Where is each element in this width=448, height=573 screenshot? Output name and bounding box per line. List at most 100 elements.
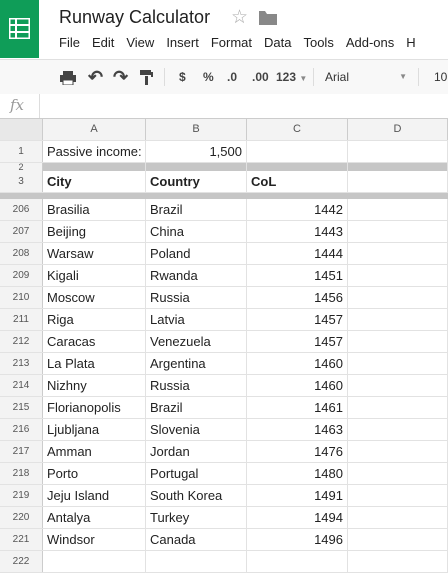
row-number[interactable]: 213 (0, 353, 43, 374)
cell-b2[interactable] (146, 163, 247, 171)
menu-item[interactable]: Data (264, 35, 291, 50)
cell-country[interactable]: Slovenia (146, 419, 247, 440)
cell-col[interactable]: 1442 (247, 199, 348, 220)
row-number[interactable]: 206 (0, 199, 43, 220)
cell-a1[interactable]: Passive income: (43, 141, 146, 162)
column-header-b[interactable]: B (146, 119, 247, 140)
sheets-logo[interactable] (0, 0, 39, 58)
cell-city[interactable]: Antalya (43, 507, 146, 528)
menu-item[interactable]: View (126, 35, 154, 50)
row-number[interactable]: 214 (0, 375, 43, 396)
cell-col[interactable]: 1460 (247, 353, 348, 374)
cell-d[interactable] (348, 353, 448, 374)
cell-city[interactable]: Nizhny (43, 375, 146, 396)
cell-col[interactable]: 1480 (247, 463, 348, 484)
row-number[interactable]: 216 (0, 419, 43, 440)
more-formats-button[interactable]: 123 ▼ (276, 60, 307, 94)
cell-d[interactable] (348, 331, 448, 352)
document-title[interactable]: Runway Calculator (59, 7, 210, 28)
row-number[interactable]: 1 (0, 141, 43, 162)
cell-city[interactable] (43, 551, 146, 572)
cell-city[interactable]: Amman (43, 441, 146, 462)
font-size-select[interactable]: 10 (434, 60, 447, 94)
cell-col[interactable]: 1460 (247, 375, 348, 396)
cell-country[interactable]: China (146, 221, 247, 242)
cell-city[interactable]: Moscow (43, 287, 146, 308)
cell-col[interactable]: 1496 (247, 529, 348, 550)
menu-item[interactable]: Insert (166, 35, 199, 50)
cell-city[interactable]: Ljubljana (43, 419, 146, 440)
row-number[interactable]: 209 (0, 265, 43, 286)
row-number[interactable]: 3 (0, 171, 43, 192)
cell-col[interactable]: 1443 (247, 221, 348, 242)
row-number[interactable]: 211 (0, 309, 43, 330)
redo-icon[interactable]: ↷ (113, 60, 128, 94)
cell-city[interactable]: Porto (43, 463, 146, 484)
row-number[interactable]: 219 (0, 485, 43, 506)
cell-d[interactable] (348, 397, 448, 418)
cell-city[interactable]: Beijing (43, 221, 146, 242)
cell-d[interactable] (348, 309, 448, 330)
menu-item[interactable]: Add-ons (346, 35, 394, 50)
row-number[interactable]: 215 (0, 397, 43, 418)
row-number[interactable]: 208 (0, 243, 43, 264)
row-number[interactable]: 2 (0, 163, 43, 172)
font-select[interactable]: Arial ▼ (325, 60, 407, 94)
cell-d3[interactable] (348, 171, 448, 192)
column-header-a[interactable]: A (43, 119, 146, 140)
cell-city[interactable]: Riga (43, 309, 146, 330)
cell-d[interactable] (348, 507, 448, 528)
cell-col[interactable]: 1491 (247, 485, 348, 506)
column-header-c[interactable]: C (247, 119, 348, 140)
cell-col[interactable]: 1461 (247, 397, 348, 418)
decrease-decimals-button[interactable]: .0 (227, 60, 237, 94)
cell-d[interactable] (348, 265, 448, 286)
cell-country[interactable]: Canada (146, 529, 247, 550)
cell-country[interactable]: Jordan (146, 441, 247, 462)
cell-d[interactable] (348, 199, 448, 220)
cell-d[interactable] (348, 529, 448, 550)
menu-item[interactable]: File (59, 35, 80, 50)
folder-icon[interactable] (259, 11, 277, 30)
row-number[interactable]: 221 (0, 529, 43, 550)
row-number[interactable]: 217 (0, 441, 43, 462)
cell-col[interactable]: 1451 (247, 265, 348, 286)
cell-country[interactable]: Brazil (146, 397, 247, 418)
cell-d[interactable] (348, 551, 448, 572)
cell-country[interactable] (146, 551, 247, 572)
cell-d2[interactable] (348, 163, 448, 171)
cell-country[interactable]: Venezuela (146, 331, 247, 352)
paint-format-icon[interactable] (140, 60, 153, 94)
cell-d[interactable] (348, 419, 448, 440)
cell-country[interactable]: South Korea (146, 485, 247, 506)
cell-country-header[interactable]: Country (146, 171, 247, 192)
cell-col-header[interactable]: CoL (247, 171, 348, 192)
row-number[interactable]: 210 (0, 287, 43, 308)
menu-item[interactable]: Edit (92, 35, 114, 50)
cell-city-header[interactable]: City (43, 171, 146, 192)
cell-d[interactable] (348, 463, 448, 484)
cell-d[interactable] (348, 485, 448, 506)
cell-col[interactable] (247, 551, 348, 572)
row-number[interactable]: 218 (0, 463, 43, 484)
cell-country[interactable]: Poland (146, 243, 247, 264)
cell-country[interactable]: Turkey (146, 507, 247, 528)
cell-city[interactable]: La Plata (43, 353, 146, 374)
row-number[interactable]: 212 (0, 331, 43, 352)
cell-col[interactable]: 1444 (247, 243, 348, 264)
cell-country[interactable]: Rwanda (146, 265, 247, 286)
cell-country[interactable]: Latvia (146, 309, 247, 330)
cell-c2[interactable] (247, 163, 348, 171)
cell-col[interactable]: 1457 (247, 331, 348, 352)
cell-d[interactable] (348, 441, 448, 462)
row-number[interactable]: 207 (0, 221, 43, 242)
increase-decimals-button[interactable]: .00 (252, 60, 269, 94)
print-icon[interactable] (60, 60, 76, 94)
cell-country[interactable]: Russia (146, 287, 247, 308)
cell-a2[interactable] (43, 163, 146, 171)
row-number[interactable]: 222 (0, 551, 43, 572)
cell-country[interactable]: Brazil (146, 199, 247, 220)
menu-item[interactable]: Format (211, 35, 252, 50)
cell-city[interactable]: Warsaw (43, 243, 146, 264)
cell-col[interactable]: 1456 (247, 287, 348, 308)
